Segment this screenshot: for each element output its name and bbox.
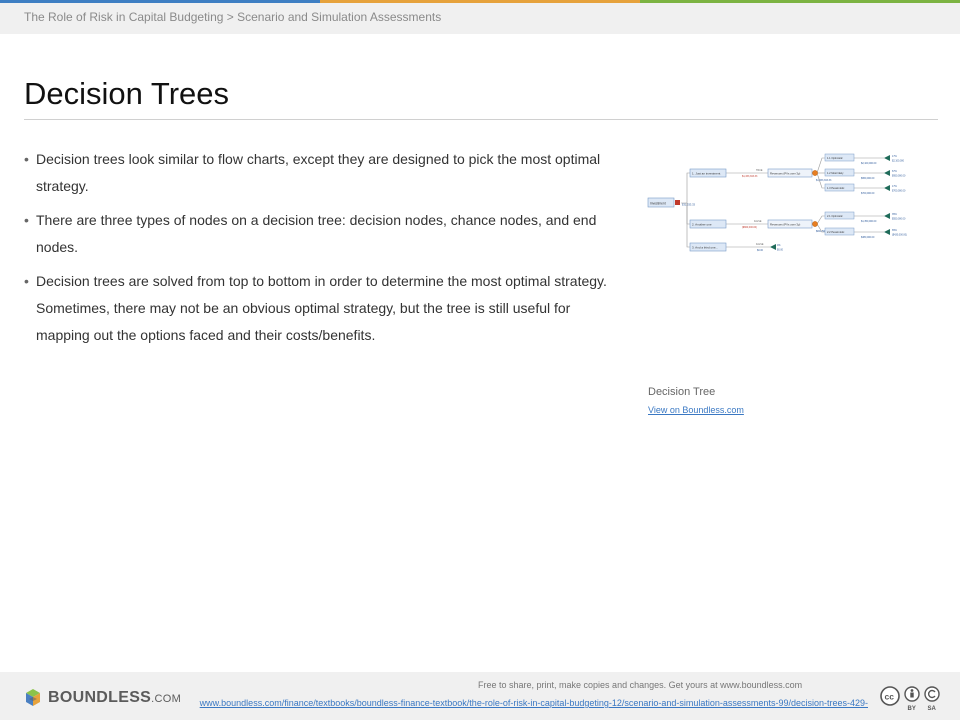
chance-node-label: Revenues (PVs over 3y) [770,223,800,227]
outcome-prob: 67% [892,170,898,173]
decision-tree-image[interactable]: Investment $31,333.33 1. Just an investm… [646,146,928,264]
brand-word: BOUNDLESS [48,689,152,706]
outcome-value: $1,350,000.00 [861,220,877,223]
outcome-pay: $700,000.00 [892,190,906,193]
end-value: $0.00 [777,249,784,252]
top-bar: The Role of Risk in Capital Budgeting > … [0,0,960,34]
bullet-list: • Decision trees look similar to flow cha… [24,146,624,356]
outcome-value: $700,000.00 [861,192,875,195]
stripe-green [640,0,960,3]
outcome-pay: $2,100,000 [892,160,905,163]
outcome-pay: ($420,000.00) [892,234,907,237]
bullet-dot: • [24,273,29,289]
outcome-pay: $950,000.00 [892,175,906,178]
root-node-label: Investment [650,202,666,206]
root-value: $31,333.33 [682,203,696,207]
branch-flag: FALSE [756,243,764,246]
title-divider [24,119,938,120]
outcome-prob: 65% [892,229,898,232]
chance-node-icon [812,170,818,176]
branch-label: 1. Just an investment [692,172,721,176]
outcome-group: 1.1 Optimistic $2,100,000.00 17% $2,100,… [824,153,907,239]
source-url-link[interactable]: www.boundless.com/finance/textbooks/boun… [176,697,868,709]
outcome-label: 1.1 Optimistic [827,156,843,160]
bullet-item: • Decision trees are solved from top to b… [24,268,624,349]
bullet-dot: • [24,151,29,167]
by-label: BY [908,706,916,712]
outcome-label: 1.3 Pessimistic [827,186,845,190]
cc-label: cc [885,692,895,702]
branch-value: $0.00 [757,249,764,252]
end-node-icon [770,244,776,250]
sa-label: SA [928,706,937,712]
chance-node-value: $1,333,333.33 [816,179,832,182]
figure-caption: Decision Tree [648,386,716,398]
end-node-icon [884,170,890,176]
outcome-prob: 35% [892,213,898,216]
boundless-logo-icon[interactable] [22,687,44,709]
bullet-text: Decision trees look similar to flow char… [36,151,601,194]
branch-value: ($800,000.00) [742,226,757,229]
branch-label: 2. Another one [692,223,712,227]
brand-name[interactable]: BOUNDLESS.COM [48,689,181,707]
bullet-text: Decision trees are solved from top to bo… [36,273,607,343]
end-prob: 0% [777,244,781,247]
outcome-label: 2.1 Optimistic [827,214,843,218]
end-node-icon [884,229,890,235]
stripe-orange [320,0,640,3]
chance-node-icon [812,221,818,227]
stripe-blue [0,0,320,3]
outcome-pay: $550,000.00 [892,218,906,221]
outcome-label: 2.2 Pessimistic [827,230,845,234]
end-node-icon [884,155,890,161]
outcome-label: 1.2 Most likely [827,171,844,175]
outcome-value: $380,000.00 [861,236,875,239]
chance-node-label: Revenues (PVs over 3y) [770,172,800,176]
decision-node-icon [675,200,680,205]
page-title: Decision Trees [24,76,230,111]
branch-flag: TRUE [756,169,763,172]
end-node-icon [884,213,890,219]
end-node-icon [884,185,890,191]
outcome-value: $950,000.00 [861,177,875,180]
bullet-dot: • [24,212,29,228]
view-on-boundless-link[interactable]: View on Boundless.com [648,405,744,415]
branch-value: $1,333,333.33 [742,175,758,178]
breadcrumb[interactable]: The Role of Risk in Capital Budgeting > … [24,10,441,24]
bullet-item: • Decision trees look similar to flow cha… [24,146,624,200]
outcome-prob: 17% [892,185,898,188]
outcome-prob: 17% [892,155,898,158]
share-text: Free to share, print, make copies and ch… [478,680,803,690]
branch-flag: FALSE [754,220,762,223]
bullet-text: There are three types of nodes on a deci… [36,212,597,255]
branch-label: 3. And a third one... [692,246,718,250]
cc-license-icons[interactable]: cc BY SA [880,684,942,712]
bullet-item: • There are three types of nodes on a dec… [24,207,624,261]
outcome-value: $2,100,000.00 [861,162,877,165]
